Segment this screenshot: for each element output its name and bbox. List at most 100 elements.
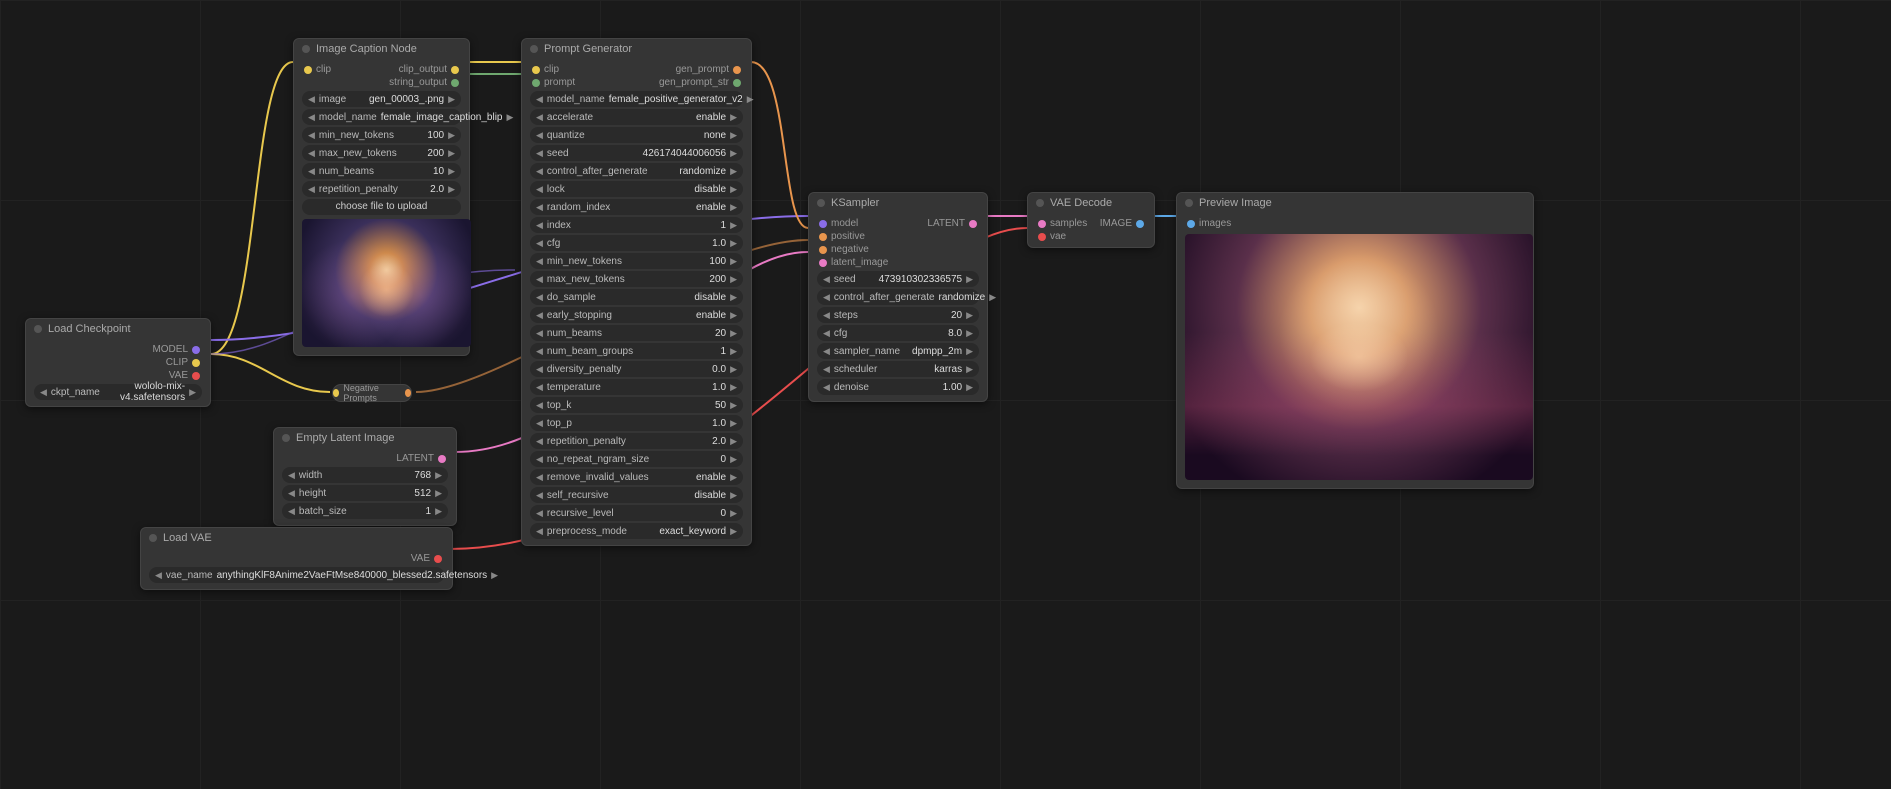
- port-images-in[interactable]: [1187, 220, 1195, 228]
- ksampler-scheduler-widget[interactable]: ◀schedulerkarras▶: [817, 361, 979, 377]
- arrow-left-icon[interactable]: ◀: [536, 292, 543, 303]
- vae-name-widget[interactable]: ◀ vae_name anythingKlF8Anime2VaeFtMse840…: [149, 567, 444, 583]
- node-header[interactable]: KSampler: [809, 193, 987, 213]
- arrow-right-icon[interactable]: ▶: [448, 94, 455, 105]
- arrow-right-icon[interactable]: ▶: [730, 130, 737, 141]
- empty-latent-width-widget[interactable]: ◀width768▶: [282, 467, 448, 483]
- arrow-right-icon[interactable]: ▶: [730, 256, 737, 267]
- arrow-right-icon[interactable]: ▶: [989, 292, 996, 303]
- arrow-right-icon[interactable]: ▶: [189, 387, 196, 398]
- node-graph-canvas[interactable]: Load Checkpoint MODEL CLIP VAE ◀ ckpt_na…: [0, 0, 1891, 789]
- arrow-left-icon[interactable]: ◀: [155, 570, 162, 581]
- port-model-out[interactable]: [192, 346, 200, 354]
- arrow-left-icon[interactable]: ◀: [536, 346, 543, 357]
- arrow-left-icon[interactable]: ◀: [536, 94, 543, 105]
- arrow-right-icon[interactable]: ▶: [730, 490, 737, 501]
- port-clip-in[interactable]: [304, 66, 312, 74]
- arrow-left-icon[interactable]: ◀: [536, 436, 543, 447]
- port-latent-out[interactable]: [969, 220, 977, 228]
- arrow-right-icon[interactable]: ▶: [435, 506, 442, 517]
- prompt-generator-cfg-widget[interactable]: ◀cfg1.0▶: [530, 235, 743, 251]
- arrow-left-icon[interactable]: ◀: [536, 256, 543, 267]
- arrow-left-icon[interactable]: ◀: [823, 346, 830, 357]
- ksampler-denoise-widget[interactable]: ◀denoise1.00▶: [817, 379, 979, 395]
- ksampler-steps-widget[interactable]: ◀steps20▶: [817, 307, 979, 323]
- prompt-generator-self-recursive-widget[interactable]: ◀self_recursivedisable▶: [530, 487, 743, 503]
- arrow-left-icon[interactable]: ◀: [308, 112, 315, 123]
- arrow-right-icon[interactable]: ▶: [730, 346, 737, 357]
- collapse-dot-icon[interactable]: [817, 199, 825, 207]
- collapse-dot-icon[interactable]: [302, 45, 310, 53]
- image-caption-image-widget[interactable]: ◀imagegen_00003_.png▶: [302, 91, 461, 107]
- empty-latent-height-widget[interactable]: ◀height512▶: [282, 485, 448, 501]
- node-load-vae[interactable]: Load VAE VAE ◀ vae_name anythingKlF8Anim…: [140, 527, 453, 590]
- prompt-generator-random-index-widget[interactable]: ◀random_indexenable▶: [530, 199, 743, 215]
- ksampler-cfg-widget[interactable]: ◀cfg8.0▶: [817, 325, 979, 341]
- arrow-left-icon[interactable]: ◀: [536, 418, 543, 429]
- prompt-generator-seed-widget[interactable]: ◀seed426174044006056▶: [530, 145, 743, 161]
- prompt-generator-preprocess-mode-widget[interactable]: ◀preprocess_modeexact_keyword▶: [530, 523, 743, 539]
- prompt-generator-do-sample-widget[interactable]: ◀do_sampledisable▶: [530, 289, 743, 305]
- arrow-left-icon[interactable]: ◀: [823, 382, 830, 393]
- collapse-dot-icon[interactable]: [282, 434, 290, 442]
- arrow-left-icon[interactable]: ◀: [823, 364, 830, 375]
- port-prompt-in[interactable]: [532, 79, 540, 87]
- arrow-left-icon[interactable]: ◀: [536, 130, 543, 141]
- node-load-checkpoint[interactable]: Load Checkpoint MODEL CLIP VAE ◀ ckpt_na…: [25, 318, 211, 407]
- arrow-left-icon[interactable]: ◀: [288, 506, 295, 517]
- prompt-generator-num-beam-groups-widget[interactable]: ◀num_beam_groups1▶: [530, 343, 743, 359]
- port-negative-in[interactable]: [819, 246, 827, 254]
- node-preview-image[interactable]: Preview Image images: [1176, 192, 1534, 489]
- arrow-right-icon[interactable]: ▶: [730, 328, 737, 339]
- port-in[interactable]: [333, 389, 339, 397]
- arrow-left-icon[interactable]: ◀: [536, 382, 543, 393]
- arrow-right-icon[interactable]: ▶: [730, 202, 737, 213]
- port-vae-out[interactable]: [192, 372, 200, 380]
- prompt-generator-model-name-widget[interactable]: ◀model_namefemale_positive_generator_v2▶: [530, 91, 743, 107]
- arrow-right-icon[interactable]: ▶: [435, 470, 442, 481]
- port-gen-prompt-str-out[interactable]: [733, 79, 741, 87]
- prompt-generator-control-after-generate-widget[interactable]: ◀control_after_generaterandomize▶: [530, 163, 743, 179]
- arrow-right-icon[interactable]: ▶: [730, 508, 737, 519]
- arrow-left-icon[interactable]: ◀: [536, 274, 543, 285]
- arrow-left-icon[interactable]: ◀: [536, 400, 543, 411]
- port-vae-in[interactable]: [1038, 233, 1046, 241]
- node-header[interactable]: Empty Latent Image: [274, 428, 456, 448]
- collapse-dot-icon[interactable]: [34, 325, 42, 333]
- arrow-right-icon[interactable]: ▶: [730, 364, 737, 375]
- arrow-left-icon[interactable]: ◀: [536, 166, 543, 177]
- arrow-left-icon[interactable]: ◀: [823, 310, 830, 321]
- image-caption-min-new-tokens-widget[interactable]: ◀min_new_tokens100▶: [302, 127, 461, 143]
- node-empty-latent-image[interactable]: Empty Latent Image LATENT ◀width768▶◀hei…: [273, 427, 457, 526]
- ksampler-control-after-generate-widget[interactable]: ◀control_after_generaterandomize▶: [817, 289, 979, 305]
- arrow-right-icon[interactable]: ▶: [730, 238, 737, 249]
- prompt-generator-remove-invalid-values-widget[interactable]: ◀remove_invalid_valuesenable▶: [530, 469, 743, 485]
- port-clip-out[interactable]: [192, 359, 200, 367]
- collapse-dot-icon[interactable]: [530, 45, 538, 53]
- node-header[interactable]: Preview Image: [1177, 193, 1533, 213]
- port-image-out[interactable]: [1136, 220, 1144, 228]
- arrow-right-icon[interactable]: ▶: [747, 94, 754, 105]
- arrow-right-icon[interactable]: ▶: [730, 400, 737, 411]
- arrow-right-icon[interactable]: ▶: [730, 274, 737, 285]
- prompt-generator-diversity-penalty-widget[interactable]: ◀diversity_penalty0.0▶: [530, 361, 743, 377]
- port-samples-in[interactable]: [1038, 220, 1046, 228]
- arrow-left-icon[interactable]: ◀: [536, 328, 543, 339]
- prompt-generator-no-repeat-ngram-size-widget[interactable]: ◀no_repeat_ngram_size0▶: [530, 451, 743, 467]
- image-caption-max-new-tokens-widget[interactable]: ◀max_new_tokens200▶: [302, 145, 461, 161]
- collapse-dot-icon[interactable]: [149, 534, 157, 542]
- collapse-dot-icon[interactable]: [1036, 199, 1044, 207]
- arrow-right-icon[interactable]: ▶: [730, 166, 737, 177]
- arrow-right-icon[interactable]: ▶: [730, 310, 737, 321]
- arrow-left-icon[interactable]: ◀: [536, 310, 543, 321]
- prompt-generator-max-new-tokens-widget[interactable]: ◀max_new_tokens200▶: [530, 271, 743, 287]
- arrow-right-icon[interactable]: ▶: [730, 220, 737, 231]
- arrow-right-icon[interactable]: ▶: [730, 454, 737, 465]
- arrow-right-icon[interactable]: ▶: [730, 526, 737, 537]
- node-header[interactable]: Image Caption Node: [294, 39, 469, 59]
- arrow-right-icon[interactable]: ▶: [730, 382, 737, 393]
- arrow-right-icon[interactable]: ▶: [506, 112, 513, 123]
- arrow-right-icon[interactable]: ▶: [730, 436, 737, 447]
- prompt-generator-recursive-level-widget[interactable]: ◀recursive_level0▶: [530, 505, 743, 521]
- node-header[interactable]: Load Checkpoint: [26, 319, 210, 339]
